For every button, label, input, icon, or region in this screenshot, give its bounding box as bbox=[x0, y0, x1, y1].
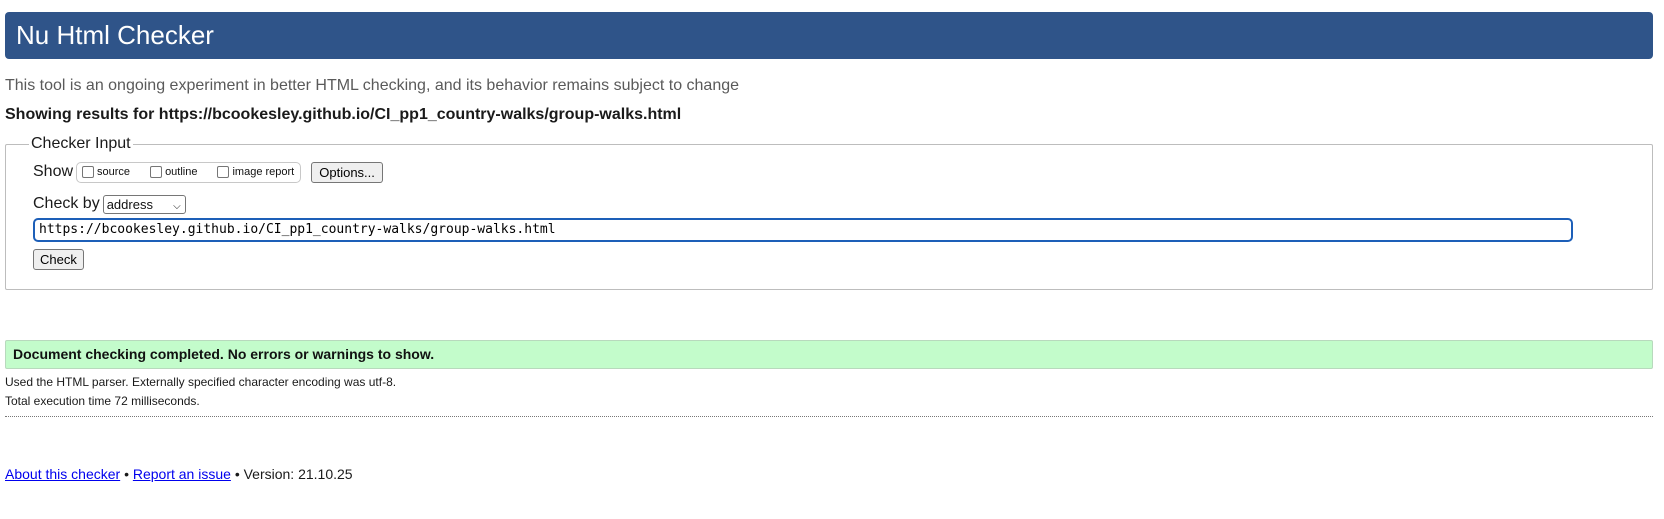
version-text: Version: 21.10.25 bbox=[243, 466, 353, 482]
app-title: Nu Html Checker bbox=[16, 20, 214, 50]
show-options-group: source outline image report bbox=[76, 161, 302, 183]
image-report-checkbox-label: image report bbox=[232, 166, 295, 178]
options-button[interactable]: Options... bbox=[311, 161, 383, 183]
success-message: Document checking completed. No errors o… bbox=[5, 340, 1653, 369]
show-source-option[interactable]: source bbox=[82, 166, 130, 178]
footer: About this checker • Report an issue • V… bbox=[5, 465, 1653, 483]
check-row: Check bbox=[33, 249, 1652, 270]
source-checkbox[interactable] bbox=[82, 166, 95, 178]
footer-separator: • bbox=[124, 466, 129, 482]
outline-checkbox-label: outline bbox=[165, 166, 198, 178]
results-for-heading: Showing results for https://bcookesley.g… bbox=[5, 106, 682, 123]
tool-description: This tool is an ongoing experiment in be… bbox=[5, 77, 740, 94]
page: Nu Html Checker This tool is an ongoing … bbox=[5, 12, 1653, 483]
checker-input-legend: Checker Input bbox=[31, 135, 131, 152]
check-by-selected-value: address bbox=[106, 196, 153, 212]
check-by-select[interactable]: address ⌵ bbox=[102, 194, 186, 214]
image-report-checkbox[interactable] bbox=[217, 166, 230, 178]
checker-input-fieldset: Checker Input Show source outline image … bbox=[5, 135, 1653, 290]
about-checker-link[interactable]: About this checker bbox=[5, 466, 120, 482]
report-issue-link[interactable]: Report an issue bbox=[133, 466, 231, 482]
check-button[interactable]: Check bbox=[33, 249, 84, 270]
footer-separator-2: • bbox=[234, 466, 240, 482]
show-outline-option[interactable]: outline bbox=[150, 166, 197, 178]
show-label: Show bbox=[33, 163, 74, 180]
app-header: Nu Html Checker bbox=[5, 12, 1653, 59]
execution-time: Total execution time 72 milliseconds. bbox=[5, 394, 200, 408]
dotted-divider bbox=[5, 416, 1653, 417]
source-checkbox-label: source bbox=[97, 166, 131, 178]
check-by-label: Check by bbox=[33, 195, 100, 212]
chevron-down-icon: ⌵ bbox=[173, 200, 181, 212]
outline-checkbox[interactable] bbox=[150, 166, 163, 178]
url-input[interactable]: https://bcookesley.github.io/CI_pp1_coun… bbox=[33, 218, 1573, 242]
check-by-row: Check by address ⌵ bbox=[33, 193, 1652, 215]
parser-info: Used the HTML parser. Externally specifi… bbox=[5, 375, 397, 389]
show-image-report-option[interactable]: image report bbox=[217, 166, 294, 178]
show-row: Show source outline image report Options… bbox=[33, 159, 1652, 185]
